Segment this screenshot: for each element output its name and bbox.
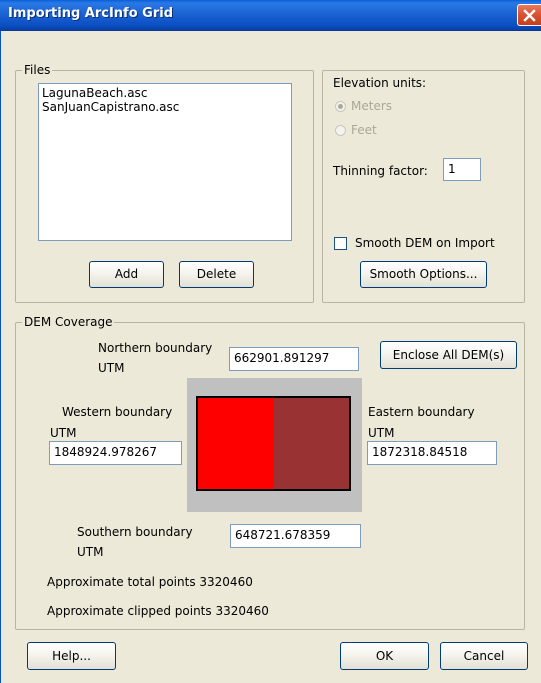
cancel-button[interactable]: Cancel xyxy=(440,642,528,670)
dem-tile-laguna-beach xyxy=(198,398,274,489)
feet-label: Feet xyxy=(351,123,377,137)
thinning-factor-input[interactable]: 1 xyxy=(443,158,481,181)
approx-clipped-points: Approximate clipped points 3320460 xyxy=(47,604,269,618)
list-item[interactable]: SanJuanCapistrano.asc xyxy=(42,100,288,114)
delete-button-label: Delete xyxy=(196,267,237,281)
enclose-all-dem-label: Enclose All DEM(s) xyxy=(392,348,505,362)
smooth-dem-label: Smooth DEM on Import xyxy=(355,236,495,250)
southern-boundary-label: Southern boundary xyxy=(77,525,193,539)
northern-utm-label: UTM xyxy=(98,361,125,375)
add-button[interactable]: Add xyxy=(89,261,164,288)
delete-button[interactable]: Delete xyxy=(179,261,254,288)
files-listbox[interactable]: LagunaBeach.asc SanJuanCapistrano.asc xyxy=(38,83,292,241)
dem-extent-rectangle xyxy=(196,396,351,491)
meters-radio[interactable] xyxy=(335,101,346,112)
thinning-factor-label: Thinning factor: xyxy=(333,164,428,178)
eastern-boundary-label: Eastern boundary xyxy=(368,405,475,419)
title-bar: Importing ArcInfo Grid xyxy=(0,0,541,31)
northern-boundary-label: Northern boundary xyxy=(98,341,213,355)
add-button-label: Add xyxy=(114,267,139,281)
eastern-boundary-input[interactable]: 1872318.84518 xyxy=(367,441,497,465)
smooth-dem-checkbox[interactable] xyxy=(334,237,347,250)
cancel-button-label: Cancel xyxy=(463,649,505,663)
dem-tile-san-juan-capistrano xyxy=(273,398,349,489)
western-boundary-input[interactable]: 1848924.978267 xyxy=(49,441,182,465)
meters-label: Meters xyxy=(351,99,393,113)
smooth-options-label: Smooth Options... xyxy=(369,267,478,281)
eastern-utm-label: UTM xyxy=(368,426,395,440)
northern-boundary-input[interactable]: 662901.891297 xyxy=(229,347,359,371)
approx-total-points: Approximate total points 3320460 xyxy=(47,575,253,589)
files-group-label: Files xyxy=(22,63,53,77)
close-button[interactable] xyxy=(517,4,541,26)
southern-boundary-input[interactable]: 648721.678359 xyxy=(230,524,361,548)
elevation-units-label: Elevation units: xyxy=(333,76,427,90)
southern-utm-label: UTM xyxy=(77,545,104,559)
smooth-options-button[interactable]: Smooth Options... xyxy=(360,261,487,288)
western-boundary-label: Western boundary xyxy=(62,405,173,419)
dem-coverage-label: DEM Coverage xyxy=(22,315,115,329)
list-item[interactable]: LagunaBeach.asc xyxy=(42,86,288,100)
window-title: Importing ArcInfo Grid xyxy=(8,6,174,21)
feet-radio[interactable] xyxy=(335,125,346,136)
western-utm-label: UTM xyxy=(50,426,77,440)
enclose-all-dem-button[interactable]: Enclose All DEM(s) xyxy=(380,341,517,369)
help-button-label: Help... xyxy=(52,649,91,663)
close-icon xyxy=(523,9,536,22)
ok-button[interactable]: OK xyxy=(340,642,429,670)
help-button[interactable]: Help... xyxy=(27,642,116,670)
ok-button-label: OK xyxy=(375,649,394,663)
